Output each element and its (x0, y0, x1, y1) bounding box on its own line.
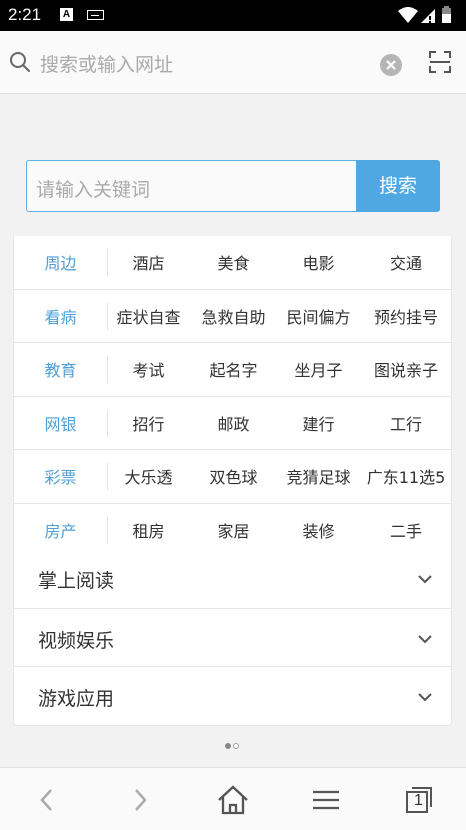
section-label: 掌上阅读 (38, 570, 115, 592)
search-icon (9, 51, 31, 73)
category-link[interactable]: 招行 (106, 397, 191, 450)
status-time: 2:21 (8, 5, 42, 24)
page-dot-active (225, 743, 231, 749)
chevron-down-icon (417, 689, 433, 703)
category-link[interactable]: 图说亲子 (361, 343, 451, 396)
section-list: 掌上阅读 视频娱乐 游戏应用 (13, 549, 452, 727)
category-link[interactable]: 竞猜足球 (276, 450, 361, 503)
category-link[interactable]: 广东11选5 (361, 450, 451, 503)
scan-icon[interactable] (428, 50, 452, 74)
category-link[interactable]: 坐月子 (276, 343, 361, 396)
category-link[interactable]: 起名字 (191, 343, 276, 396)
a-icon: A (60, 8, 73, 21)
section-video[interactable]: 视频娱乐 (14, 607, 451, 667)
chevron-down-icon (417, 571, 433, 585)
forward-button[interactable] (93, 768, 186, 830)
category-link[interactable]: 症状自查 (106, 290, 191, 343)
back-button[interactable] (0, 768, 93, 830)
home-icon (217, 784, 248, 814)
keyword-input[interactable]: 请输入关键词 (26, 160, 357, 212)
signal-icon (421, 9, 435, 23)
page-indicator (225, 743, 243, 751)
category-label[interactable]: 周边 (14, 236, 107, 289)
section-label: 视频娱乐 (38, 629, 115, 652)
section-label: 游戏应用 (38, 688, 115, 711)
category-link[interactable]: 美食 (191, 236, 276, 289)
bottom-nav: 1 (0, 767, 466, 830)
category-row: 看病 症状自查 急救自助 民间偏方 预约挂号 (14, 290, 451, 343)
page-dot (233, 743, 239, 749)
wifi-icon (398, 7, 418, 23)
address-input[interactable]: 搜索或输入网址 (40, 50, 173, 77)
category-link[interactable]: 交通 (361, 236, 451, 289)
keyword-search: 请输入关键词 搜索 (26, 160, 440, 212)
category-link[interactable]: 考试 (106, 343, 191, 396)
category-link[interactable]: 邮政 (191, 397, 276, 450)
search-button[interactable]: 搜索 (356, 160, 440, 212)
menu-icon (312, 790, 339, 809)
category-label[interactable]: 教育 (14, 343, 107, 396)
clear-icon[interactable] (380, 54, 402, 76)
tab-count: 1 (414, 791, 423, 809)
keyboard-icon (87, 10, 104, 20)
battery-icon (442, 6, 451, 23)
section-reading[interactable]: 掌上阅读 (14, 549, 451, 608)
category-row: 教育 考试 起名字 坐月子 图说亲子 (14, 343, 451, 397)
address-bar[interactable]: 搜索或输入网址 (0, 31, 466, 94)
category-link[interactable]: 双色球 (191, 450, 276, 503)
category-row: 彩票 大乐透 双色球 竞猜足球 广东11选5 (14, 450, 451, 504)
menu-button[interactable] (279, 768, 372, 830)
category-grid: 周边 酒店 美食 电影 交通 看病 症状自查 急救自助 民间偏方 预约挂号 教育… (13, 236, 452, 557)
tabs-button[interactable]: 1 (372, 768, 465, 830)
category-link[interactable]: 大乐透 (106, 450, 191, 503)
category-label[interactable]: 看病 (14, 290, 107, 343)
category-link[interactable]: 酒店 (106, 236, 191, 289)
category-label[interactable]: 彩票 (14, 450, 107, 503)
category-link[interactable]: 急救自助 (191, 290, 276, 343)
category-link[interactable]: 电影 (276, 236, 361, 289)
category-row: 网银 招行 邮政 建行 工行 (14, 397, 451, 450)
category-row: 周边 酒店 美食 电影 交通 (14, 236, 451, 290)
status-bar: 2:21 A (0, 0, 466, 31)
keyword-placeholder: 请输入关键词 (36, 179, 151, 201)
category-label[interactable]: 网银 (14, 397, 107, 450)
back-icon (39, 788, 52, 811)
chevron-down-icon (417, 631, 433, 645)
section-games[interactable]: 游戏应用 (14, 666, 451, 725)
home-button[interactable] (186, 768, 279, 830)
category-link[interactable]: 工行 (361, 397, 451, 450)
forward-icon (134, 788, 147, 811)
category-link[interactable]: 预约挂号 (361, 290, 451, 343)
status-system-icons (398, 6, 458, 24)
category-link[interactable]: 民间偏方 (276, 290, 361, 343)
category-link[interactable]: 建行 (276, 397, 361, 450)
